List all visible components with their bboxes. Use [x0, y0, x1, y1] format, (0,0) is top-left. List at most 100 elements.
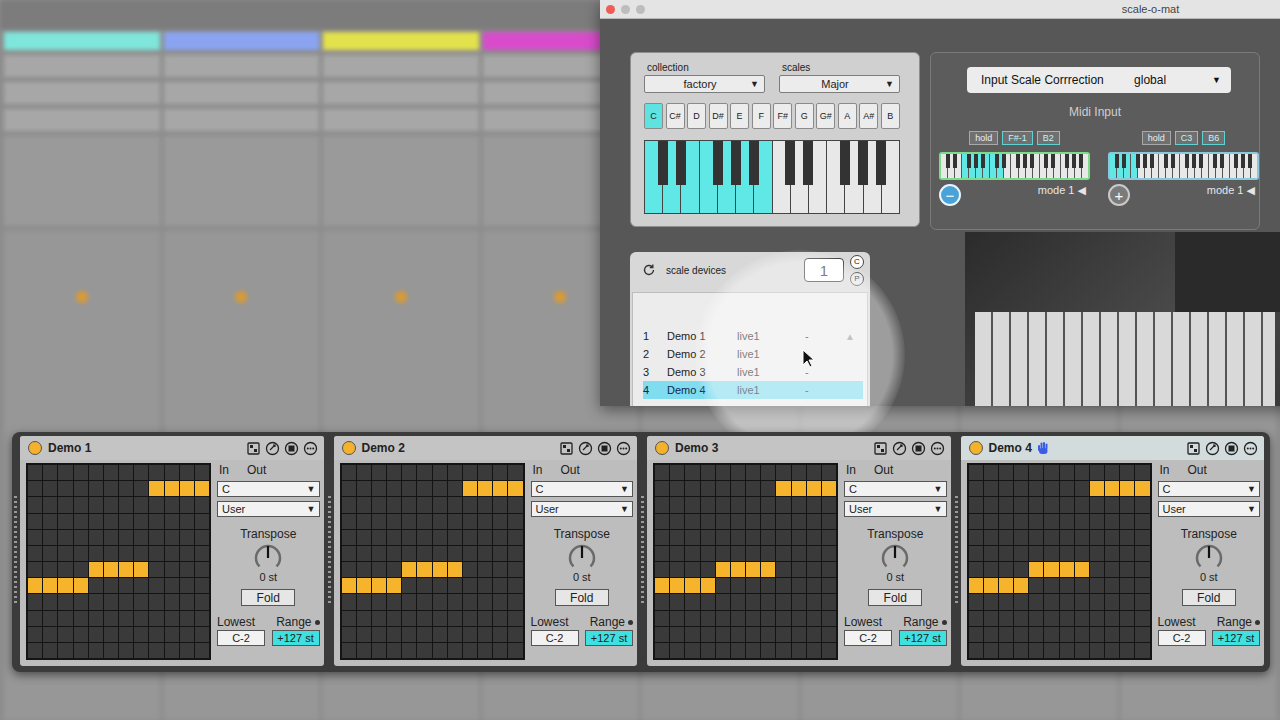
root-note-button[interactable]: D	[687, 103, 706, 129]
grid-cell[interactable]	[195, 627, 209, 642]
map-icon[interactable]	[559, 441, 574, 456]
track-header[interactable]	[4, 32, 160, 50]
grid-cell[interactable]	[655, 578, 669, 593]
grid-cell[interactable]	[1060, 497, 1074, 512]
grid-cell[interactable]	[149, 514, 163, 529]
grid-cell[interactable]	[685, 578, 699, 593]
root-note-button[interactable]: G	[795, 103, 814, 129]
grid-cell[interactable]	[984, 481, 998, 496]
grid-cell[interactable]	[493, 481, 507, 496]
grid-cell[interactable]	[402, 562, 416, 577]
grid-cell[interactable]	[776, 611, 790, 626]
grid-cell[interactable]	[655, 627, 669, 642]
grid-cell[interactable]	[1075, 530, 1089, 545]
grid-cell[interactable]	[149, 594, 163, 609]
grid-cell[interactable]	[776, 594, 790, 609]
grid-cell[interactable]	[478, 643, 492, 658]
black-key[interactable]	[658, 141, 668, 185]
grid-cell[interactable]	[58, 594, 72, 609]
grid-cell[interactable]	[89, 611, 103, 626]
grid-cell[interactable]	[104, 514, 118, 529]
grid-cell[interactable]	[999, 562, 1013, 577]
grid-cell[interactable]	[89, 546, 103, 561]
grid-cell[interactable]	[180, 578, 194, 593]
grid-cell[interactable]	[1090, 627, 1104, 642]
grid-cell[interactable]	[28, 546, 42, 561]
mapping-grid[interactable]	[340, 463, 525, 660]
grid-cell[interactable]	[58, 530, 72, 545]
grid-cell[interactable]	[1075, 578, 1089, 593]
grid-cell[interactable]	[1044, 627, 1058, 642]
grid-cell[interactable]	[1014, 611, 1028, 626]
grid-cell[interactable]	[195, 546, 209, 561]
grid-cell[interactable]	[28, 627, 42, 642]
grid-cell[interactable]	[134, 530, 148, 545]
grid-cell[interactable]	[761, 578, 775, 593]
grid-cell[interactable]	[822, 481, 836, 496]
save-icon[interactable]	[1224, 441, 1239, 456]
root-dropdown[interactable]: C▼	[844, 481, 947, 497]
grid-cell[interactable]	[28, 514, 42, 529]
grid-cell[interactable]	[984, 562, 998, 577]
grid-cell[interactable]	[43, 578, 57, 593]
grid-cell[interactable]	[969, 562, 983, 577]
grid-cell[interactable]	[1044, 465, 1058, 480]
grid-cell[interactable]	[1075, 497, 1089, 512]
grid-cell[interactable]	[1060, 594, 1074, 609]
grid-cell[interactable]	[655, 497, 669, 512]
clip-slot[interactable]	[323, 109, 479, 131]
grid-cell[interactable]	[685, 465, 699, 480]
grid-cell[interactable]	[43, 611, 57, 626]
grid-cell[interactable]	[984, 611, 998, 626]
lowest-field[interactable]: C-2	[844, 630, 892, 646]
grid-cell[interactable]	[792, 627, 806, 642]
collection-dropdown[interactable]: factory▼	[644, 75, 765, 93]
grid-cell[interactable]	[342, 465, 356, 480]
grid-cell[interactable]	[165, 514, 179, 529]
mapping-grid[interactable]	[26, 463, 211, 660]
grid-cell[interactable]	[478, 497, 492, 512]
grid-cell[interactable]	[43, 514, 57, 529]
grid-cell[interactable]	[508, 594, 522, 609]
grid-cell[interactable]	[74, 594, 88, 609]
grid-cell[interactable]	[28, 611, 42, 626]
grid-cell[interactable]	[372, 627, 386, 642]
grid-cell[interactable]	[807, 627, 821, 642]
grid-cell[interactable]	[969, 497, 983, 512]
grid-cell[interactable]	[746, 562, 760, 577]
black-key[interactable]	[1051, 154, 1055, 168]
grid-cell[interactable]	[433, 627, 447, 642]
grid-cell[interactable]	[701, 578, 715, 593]
grid-cell[interactable]	[999, 627, 1013, 642]
grid-cell[interactable]	[104, 497, 118, 512]
grid-cell[interactable]	[746, 530, 760, 545]
grid-cell[interactable]	[508, 611, 522, 626]
grid-cell[interactable]	[119, 530, 133, 545]
grid-cell[interactable]	[1060, 514, 1074, 529]
power-button[interactable]	[969, 441, 983, 455]
root-note-button[interactable]: F#	[773, 103, 792, 129]
grid-cell[interactable]	[372, 481, 386, 496]
grid-cell[interactable]	[984, 546, 998, 561]
map-icon[interactable]	[1186, 441, 1201, 456]
zoom-button[interactable]	[636, 5, 645, 14]
grid-cell[interactable]	[508, 497, 522, 512]
grid-cell[interactable]	[776, 497, 790, 512]
grid-cell[interactable]	[28, 594, 42, 609]
grid-cell[interactable]	[149, 562, 163, 577]
grid-cell[interactable]	[119, 465, 133, 480]
grid-cell[interactable]	[134, 481, 148, 496]
grid-cell[interactable]	[493, 611, 507, 626]
grid-cell[interactable]	[508, 481, 522, 496]
grid-cell[interactable]	[1029, 578, 1043, 593]
grid-cell[interactable]	[807, 643, 821, 658]
grid-cell[interactable]	[89, 578, 103, 593]
grid-cell[interactable]	[1090, 643, 1104, 658]
grid-cell[interactable]	[969, 578, 983, 593]
grid-cell[interactable]	[448, 643, 462, 658]
grid-cell[interactable]	[387, 514, 401, 529]
grid-cell[interactable]	[134, 594, 148, 609]
grid-cell[interactable]	[685, 562, 699, 577]
grid-cell[interactable]	[685, 611, 699, 626]
grid-cell[interactable]	[448, 530, 462, 545]
